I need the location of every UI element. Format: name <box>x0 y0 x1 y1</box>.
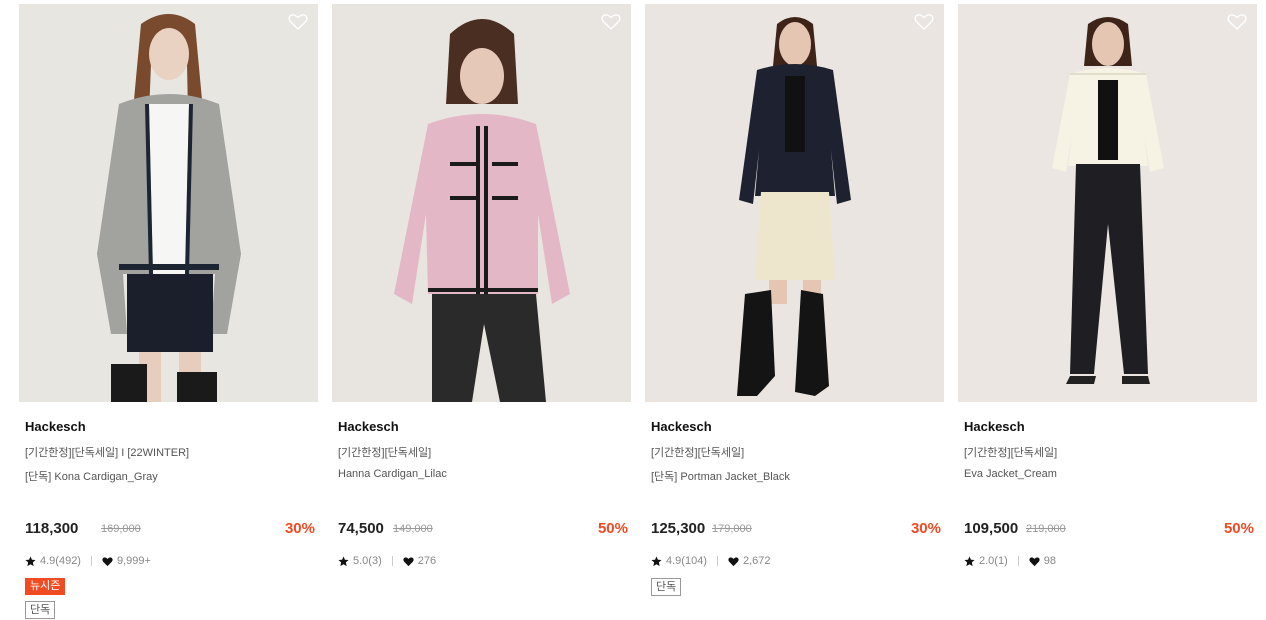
discount-rate: 30% <box>284 520 315 537</box>
original-price: 179,000 <box>712 523 752 535</box>
original-price: 169,000 <box>101 523 141 535</box>
heart-icon <box>403 556 414 567</box>
like-count: 2,672 <box>742 555 771 567</box>
product-photo <box>332 4 631 402</box>
product-photo <box>958 4 1257 402</box>
divider <box>716 556 718 566</box>
wishlist-heart-icon[interactable] <box>288 13 308 31</box>
divider <box>1017 556 1019 566</box>
review-summary: 4.9(104) 2,672 <box>651 554 771 568</box>
rating-value: 5.0(3) <box>353 555 382 567</box>
discount-rate: 50% <box>1223 520 1254 537</box>
wishlist-heart-icon[interactable] <box>601 13 621 31</box>
rating-value: 4.9(492) <box>40 555 81 567</box>
review-summary: 4.9(492) 9,999+ <box>25 554 151 568</box>
star-icon <box>964 555 975 567</box>
product-image[interactable] <box>645 4 944 402</box>
original-price: 149,000 <box>393 523 433 535</box>
sale-price: 74,500 <box>338 520 384 537</box>
like-count: 9,999+ <box>116 555 151 567</box>
heart-icon <box>728 556 739 567</box>
product-photo <box>19 4 318 402</box>
star-icon <box>651 555 662 567</box>
star-icon <box>338 555 349 567</box>
star-icon <box>25 555 36 567</box>
product-photo <box>645 4 944 402</box>
sale-price: 118,300 <box>25 520 79 537</box>
discount-rate: 50% <box>597 520 628 537</box>
product-name[interactable]: Eva Jacket_Cream <box>964 468 1057 480</box>
product-name[interactable]: [단독] Kona Cardigan_Gray <box>25 468 158 484</box>
product-name[interactable]: [단독] Portman Jacket_Black <box>651 468 790 484</box>
new-season-badge: 뉴시즌 <box>25 578 66 595</box>
product-subtitle[interactable]: [기간한정][단독세일] <box>651 444 744 460</box>
product-card[interactable]: Hackesch [기간한정][단독세일] I [22WINTER] [단독] … <box>19 4 319 620</box>
like-count: 98 <box>1043 555 1056 567</box>
sale-price: 109,500 <box>964 520 1019 537</box>
exclusive-badge: 단독 <box>651 578 682 596</box>
product-image[interactable] <box>332 4 631 402</box>
sale-price: 125,300 <box>651 520 706 537</box>
product-subtitle[interactable]: [기간한정][단독세일] I [22WINTER] <box>25 444 189 460</box>
heart-icon <box>102 556 113 567</box>
like-count: 276 <box>417 555 437 567</box>
product-image[interactable] <box>19 4 318 402</box>
product-image[interactable] <box>958 4 1257 402</box>
product-card[interactable]: Hackesch [기간한정][단독세일] Eva Jacket_Cream 1… <box>958 4 1258 620</box>
product-name[interactable]: Hanna Cardigan_Lilac <box>338 468 447 480</box>
product-card[interactable]: Hackesch [기간한정][단독세일] [단독] Portman Jacke… <box>645 4 945 620</box>
heart-icon <box>1029 556 1040 567</box>
brand-name[interactable]: Hackesch <box>25 419 86 434</box>
divider <box>90 556 92 566</box>
divider <box>391 556 393 566</box>
wishlist-heart-icon[interactable] <box>1227 13 1247 31</box>
product-subtitle[interactable]: [기간한정][단독세일] <box>338 444 431 460</box>
product-grid: Hackesch [기간한정][단독세일] I [22WINTER] [단독] … <box>0 0 1266 620</box>
rating-value: 2.0(1) <box>979 555 1008 567</box>
wishlist-heart-icon[interactable] <box>914 13 934 31</box>
product-subtitle[interactable]: [기간한정][단독세일] <box>964 444 1057 460</box>
brand-name[interactable]: Hackesch <box>338 419 399 434</box>
rating-value: 4.9(104) <box>666 555 707 567</box>
exclusive-badge: 단독 <box>25 601 56 619</box>
review-summary: 5.0(3) 276 <box>338 554 436 568</box>
brand-name[interactable]: Hackesch <box>651 419 712 434</box>
brand-name[interactable]: Hackesch <box>964 419 1025 434</box>
review-summary: 2.0(1) 98 <box>964 554 1056 568</box>
discount-rate: 30% <box>910 520 941 537</box>
original-price: 219,000 <box>1026 523 1066 535</box>
product-card[interactable]: Hackesch [기간한정][단독세일] Hanna Cardigan_Lil… <box>332 4 632 620</box>
